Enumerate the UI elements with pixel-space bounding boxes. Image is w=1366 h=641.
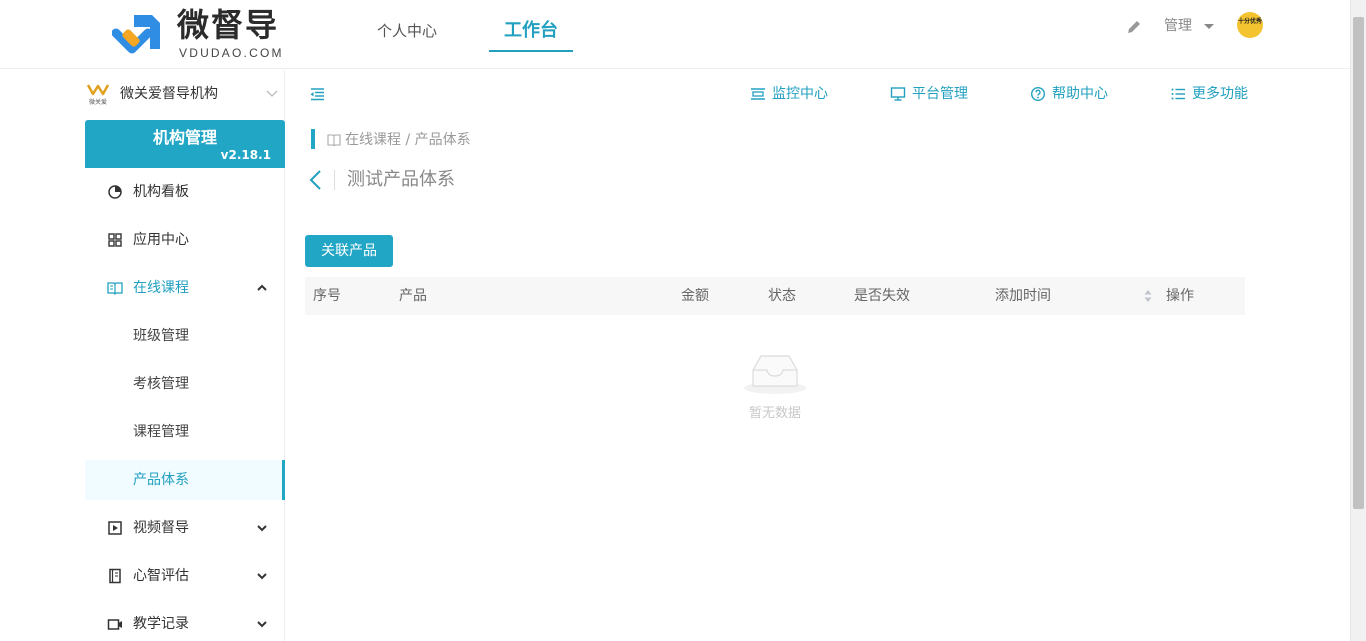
- pencil-icon[interactable]: [1126, 19, 1142, 35]
- sidebar: 微关爱 微关爱督导机构 机构管理 v2.18.1 机构看板 应用中心 在线课程 …: [0, 70, 285, 641]
- list-icon: [1171, 88, 1185, 100]
- help-circle-icon: [1030, 86, 1046, 102]
- grid-icon: [108, 233, 122, 247]
- book-open-icon: [107, 282, 123, 295]
- vdudao-logo-icon[interactable]: [112, 9, 164, 59]
- chevron-down-icon[interactable]: [265, 86, 279, 100]
- sidebar-item-label: 应用中心: [133, 232, 189, 248]
- top-header: 微督导 VDUDAO.COM 个人中心 工作台 管理 十分优秀: [0, 0, 1350, 69]
- column-header-amount: 金额: [681, 288, 709, 304]
- sidebar-item-course-management[interactable]: 课程管理: [85, 412, 285, 452]
- sidebar-item-exam-management[interactable]: 考核管理: [85, 364, 285, 404]
- monitor-list-icon: [751, 88, 765, 100]
- column-header-actions: 操作: [1166, 288, 1194, 304]
- camera-icon: [107, 619, 122, 630]
- chevron-down-icon[interactable]: [255, 569, 269, 583]
- org-logo-text: 微关爱: [89, 98, 107, 106]
- sidebar-item-label: 产品体系: [133, 472, 189, 488]
- sidebar-item-teaching-records[interactable]: 教学记录: [85, 604, 285, 641]
- sidebar-item-label: 机构看板: [133, 184, 189, 200]
- empty-state-text: 暂无数据: [748, 406, 801, 421]
- scrollbar-thumb[interactable]: [1353, 17, 1364, 509]
- desktop-icon: [890, 87, 906, 101]
- sidebar-item-class-management[interactable]: 班级管理: [85, 316, 285, 356]
- sidebar-item-label: 教学记录: [133, 616, 189, 632]
- sidebar-item-mental-assessment[interactable]: 心智评估: [85, 556, 285, 596]
- back-arrow-icon[interactable]: [306, 168, 324, 192]
- brand-panel: 机构管理 v2.18.1: [85, 120, 285, 168]
- admin-menu[interactable]: 管理: [1164, 16, 1192, 36]
- sidebar-item-label: 班级管理: [133, 328, 189, 344]
- sidebar-item-label: 课程管理: [133, 424, 189, 440]
- notebook-icon: [109, 568, 121, 584]
- page-scrollbar[interactable]: [1350, 0, 1366, 641]
- org-logo-icon: 微关爱: [86, 84, 110, 106]
- book-open-icon: [327, 134, 341, 146]
- help-center-label: 帮助中心: [1052, 86, 1108, 102]
- sidebar-item-app-center[interactable]: 应用中心: [85, 220, 285, 260]
- sidebar-item-video-supervision[interactable]: 视频督导: [85, 508, 285, 548]
- version-label: v2.18.1: [220, 148, 271, 162]
- sidebar-item-product-system[interactable]: 产品体系: [85, 460, 285, 500]
- table-header: 序号 产品 金额 状态 是否失效 添加时间 操作: [305, 277, 1245, 315]
- page-title: 测试产品体系: [347, 169, 455, 190]
- more-features-label: 更多功能: [1192, 86, 1248, 102]
- title-separator: [334, 170, 335, 190]
- sidebar-item-label: 考核管理: [133, 376, 189, 392]
- column-header-status: 状态: [768, 288, 796, 304]
- sidebar-item-online-courses[interactable]: 在线课程: [85, 268, 285, 308]
- chevron-down-icon[interactable]: [255, 521, 269, 535]
- empty-inbox-icon: [744, 355, 806, 394]
- brand-title: 机构管理: [152, 128, 217, 147]
- nav-personal-center[interactable]: 个人中心: [377, 18, 437, 52]
- logo-subtitle: VDUDAO.COM: [179, 46, 284, 60]
- column-header-added-time[interactable]: 添加时间: [995, 286, 1051, 306]
- link-product-button[interactable]: 关联产品: [305, 235, 393, 267]
- logo-text: 微督导: [177, 6, 280, 44]
- sort-icon[interactable]: [1144, 289, 1152, 303]
- org-selector[interactable]: 微关爱 微关爱督导机构: [85, 80, 285, 110]
- chevron-down-icon[interactable]: [255, 617, 269, 631]
- column-header-expired: 是否失效: [854, 288, 910, 304]
- sidebar-item-dashboard[interactable]: 机构看板: [85, 172, 285, 212]
- video-play-icon: [108, 521, 122, 535]
- avatar[interactable]: 十分优秀: [1237, 12, 1263, 38]
- sidebar-item-label: 视频督导: [133, 520, 189, 536]
- menu-collapse-icon[interactable]: [309, 86, 325, 102]
- org-name: 微关爱督导机构: [120, 86, 218, 102]
- pie-chart-icon: [108, 185, 122, 199]
- chevron-up-icon[interactable]: [255, 281, 269, 295]
- monitor-center-label: 监控中心: [772, 86, 828, 102]
- sidebar-item-label: 在线课程: [133, 280, 189, 296]
- platform-management-label: 平台管理: [912, 86, 968, 102]
- caret-down-icon[interactable]: [1204, 24, 1214, 29]
- column-header-index: 序号: [313, 288, 341, 304]
- breadcrumb: 在线课程 / 产品体系: [345, 132, 471, 148]
- column-header-product: 产品: [399, 288, 427, 304]
- sidebar-item-label: 心智评估: [133, 568, 189, 584]
- breadcrumb-accent-bar: [311, 129, 315, 149]
- nav-workbench[interactable]: 工作台: [489, 18, 573, 52]
